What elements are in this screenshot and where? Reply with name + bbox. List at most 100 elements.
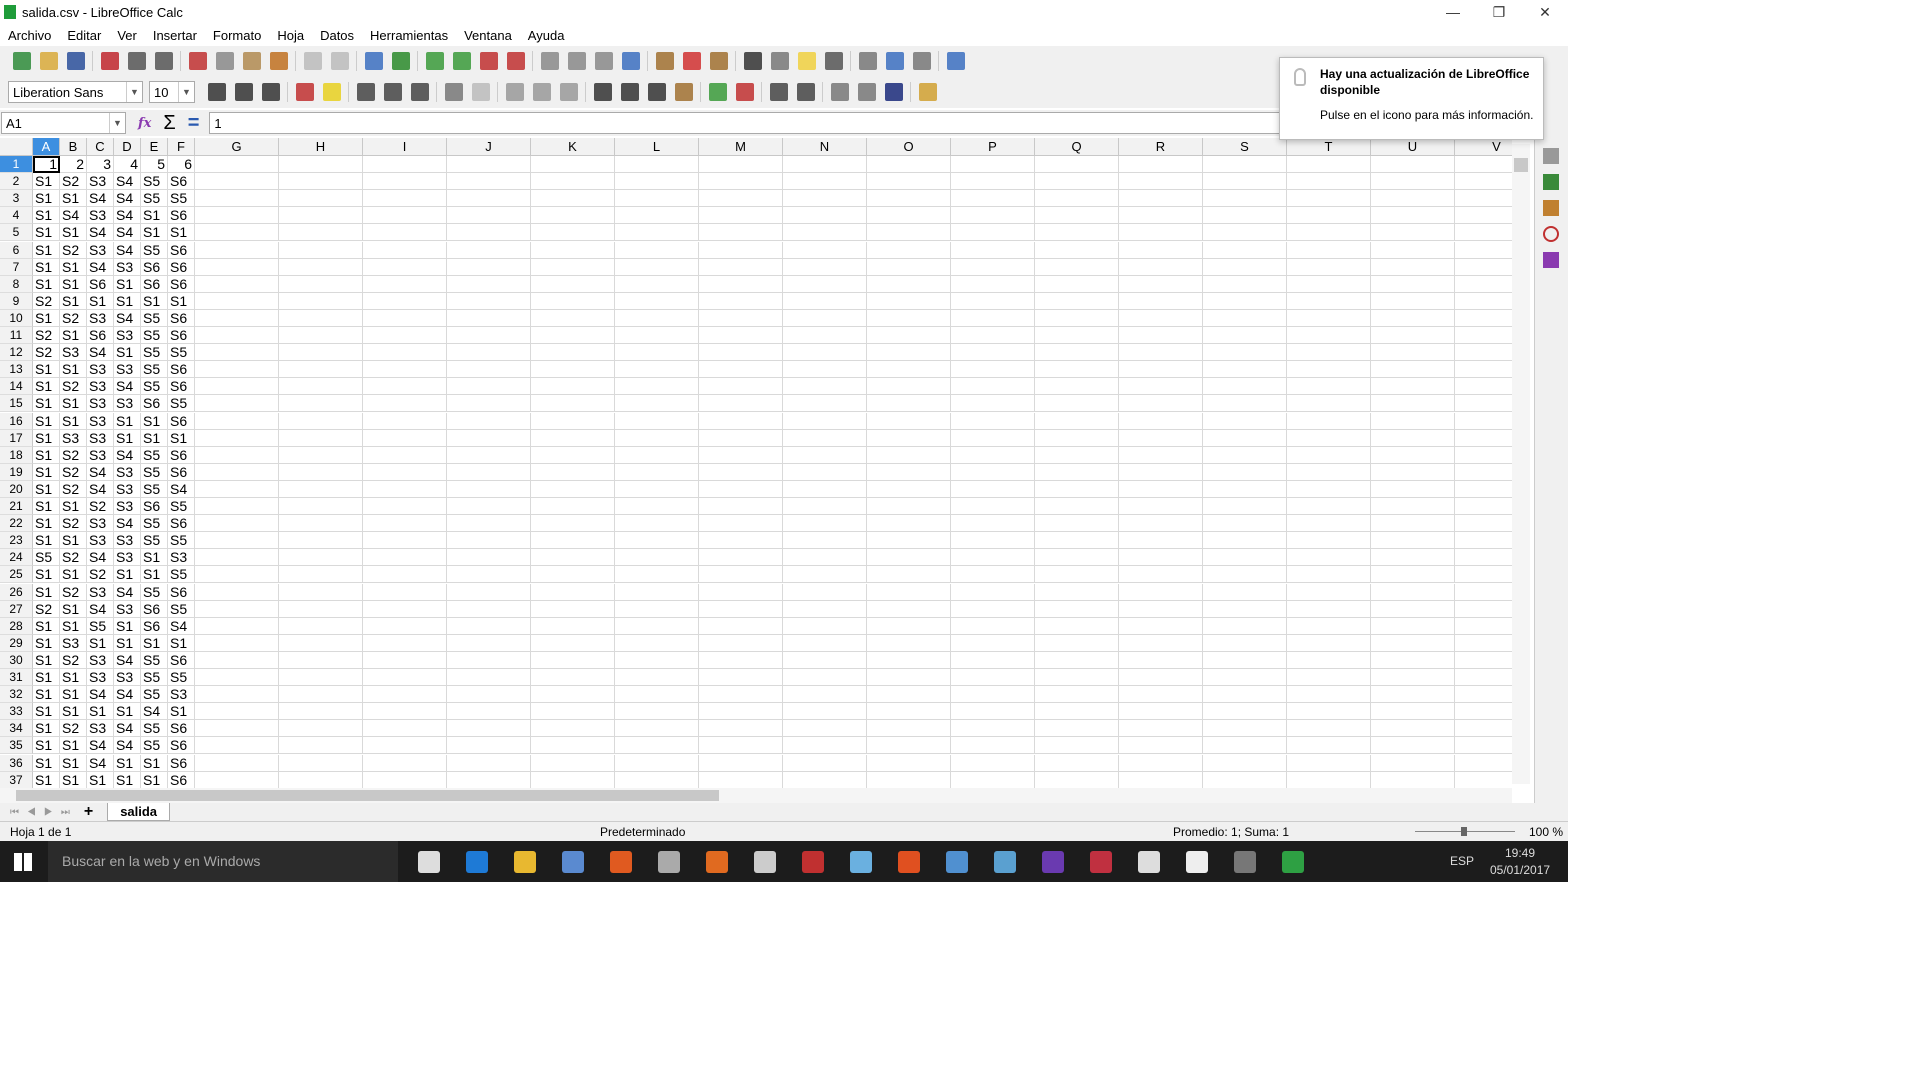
media-player-icon[interactable] <box>610 850 632 873</box>
cell[interactable] <box>699 173 783 191</box>
cell[interactable] <box>1371 617 1455 635</box>
cell[interactable]: S6 <box>141 600 168 618</box>
cell[interactable] <box>363 412 447 430</box>
cell[interactable] <box>1035 446 1119 464</box>
row-header[interactable]: 19 <box>0 463 33 481</box>
decrease-indent-icon[interactable] <box>796 83 815 101</box>
cell[interactable]: S1 <box>60 258 87 276</box>
cell[interactable] <box>1035 361 1119 379</box>
cell[interactable] <box>1287 446 1371 464</box>
cell[interactable]: S4 <box>114 686 141 704</box>
cell[interactable] <box>1455 772 1512 788</box>
cell[interactable] <box>615 634 699 652</box>
cell[interactable] <box>1287 156 1371 174</box>
cell[interactable] <box>783 515 867 533</box>
cell[interactable]: S4 <box>114 446 141 464</box>
cell[interactable] <box>531 207 615 225</box>
cell[interactable]: S1 <box>60 754 87 772</box>
align-bottom-icon[interactable] <box>559 83 578 101</box>
cell[interactable] <box>279 549 363 567</box>
cell[interactable] <box>363 737 447 755</box>
cell[interactable]: S4 <box>87 600 114 618</box>
row-header[interactable]: 5 <box>0 224 33 242</box>
cell[interactable] <box>1035 378 1119 396</box>
cell[interactable] <box>1371 703 1455 721</box>
menu-formato[interactable]: Formato <box>205 28 269 43</box>
cell[interactable] <box>951 583 1035 601</box>
cell[interactable] <box>1119 156 1203 174</box>
cell[interactable] <box>363 703 447 721</box>
spelling-icon[interactable] <box>391 52 410 70</box>
merge-cells-icon[interactable] <box>471 83 490 101</box>
number-format-icon[interactable] <box>647 83 666 101</box>
cell[interactable]: S1 <box>60 703 87 721</box>
column-header-S[interactable]: S <box>1203 138 1287 156</box>
cell[interactable] <box>195 292 279 310</box>
cell[interactable]: S3 <box>114 669 141 687</box>
cell[interactable] <box>195 190 279 208</box>
cell[interactable] <box>1203 583 1287 601</box>
cell[interactable] <box>951 258 1035 276</box>
cell[interactable]: S1 <box>60 190 87 208</box>
cell[interactable] <box>279 224 363 242</box>
cell[interactable] <box>363 207 447 225</box>
find-replace-icon[interactable] <box>364 52 383 70</box>
cell[interactable] <box>1035 720 1119 738</box>
cell[interactable]: S3 <box>87 412 114 430</box>
cell[interactable]: S2 <box>60 515 87 533</box>
cell[interactable]: S3 <box>87 651 114 669</box>
cell[interactable] <box>867 241 951 259</box>
cell[interactable] <box>447 515 531 533</box>
cell[interactable]: S1 <box>33 617 60 635</box>
row-header[interactable]: 30 <box>0 651 33 669</box>
cell[interactable] <box>279 446 363 464</box>
cell[interactable] <box>1287 549 1371 567</box>
cell[interactable]: S5 <box>141 669 168 687</box>
cell[interactable] <box>1203 549 1287 567</box>
cell[interactable]: S4 <box>114 224 141 242</box>
cell[interactable]: S5 <box>87 617 114 635</box>
cell[interactable] <box>531 292 615 310</box>
cell[interactable] <box>867 190 951 208</box>
app-icon[interactable] <box>754 850 776 873</box>
cell[interactable]: S1 <box>33 173 60 191</box>
cell[interactable] <box>1203 275 1287 293</box>
row-header[interactable]: 12 <box>0 344 33 362</box>
cell[interactable] <box>279 720 363 738</box>
cell[interactable]: S1 <box>141 292 168 310</box>
styles-icon[interactable] <box>1543 174 1559 190</box>
cell[interactable]: S2 <box>60 651 87 669</box>
function-wizard-icon[interactable]: fx <box>138 116 151 131</box>
restore-button[interactable]: ❐ <box>1476 4 1522 21</box>
cell[interactable]: S1 <box>168 703 195 721</box>
cell[interactable]: S4 <box>87 463 114 481</box>
cell[interactable] <box>1287 309 1371 327</box>
cell[interactable] <box>195 258 279 276</box>
cell[interactable]: S1 <box>60 395 87 413</box>
cell[interactable]: S2 <box>60 583 87 601</box>
windows-start-icon[interactable] <box>14 853 32 871</box>
insert-chart-icon[interactable] <box>682 52 701 70</box>
cell[interactable] <box>615 532 699 550</box>
cell[interactable] <box>867 463 951 481</box>
cell[interactable] <box>951 669 1035 687</box>
cell[interactable] <box>1371 292 1455 310</box>
cell[interactable] <box>783 344 867 362</box>
cell[interactable] <box>279 651 363 669</box>
cell[interactable] <box>615 703 699 721</box>
cell[interactable]: S3 <box>87 207 114 225</box>
cell[interactable] <box>1035 566 1119 584</box>
add-sheet-button[interactable]: + <box>84 803 93 821</box>
column-header-A[interactable]: A <box>33 138 60 156</box>
cell[interactable]: S1 <box>33 446 60 464</box>
cell[interactable] <box>195 686 279 704</box>
cell[interactable] <box>867 771 951 788</box>
cell[interactable]: S3 <box>87 446 114 464</box>
percent-icon[interactable] <box>620 83 639 101</box>
undo-icon[interactable] <box>303 52 322 70</box>
cell[interactable]: S1 <box>60 771 87 788</box>
cell[interactable] <box>1455 395 1512 413</box>
insert-column-icon[interactable] <box>452 52 471 70</box>
font-size-combo[interactable]: 10 ▼ <box>149 81 195 103</box>
mail-icon[interactable] <box>1186 850 1208 873</box>
